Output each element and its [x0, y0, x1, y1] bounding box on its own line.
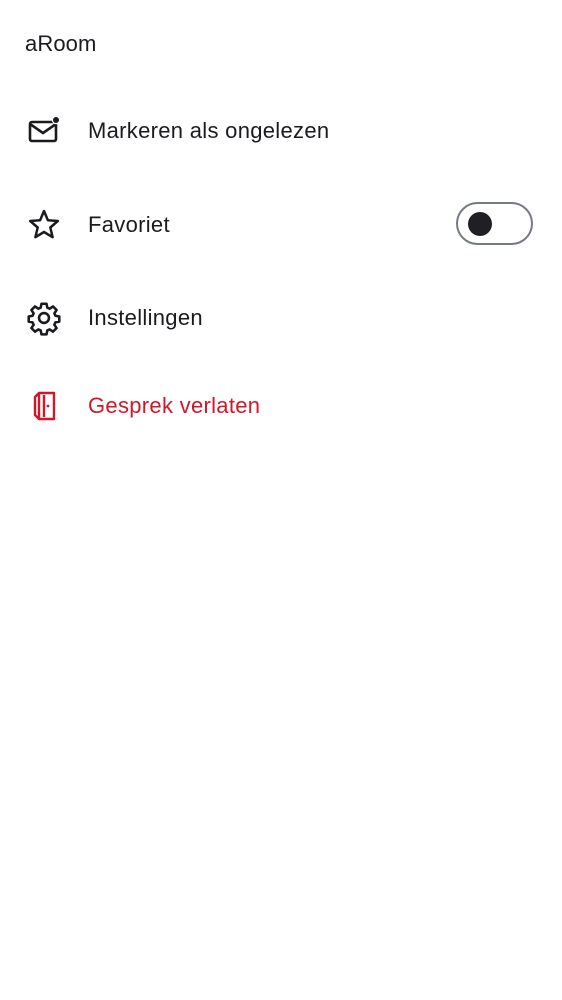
mark-unread-item[interactable]: Markeren als ongelezen — [0, 101, 562, 161]
favourite-toggle[interactable] — [456, 202, 533, 245]
toggle-knob — [468, 212, 492, 236]
star-outline-icon — [26, 207, 62, 243]
room-name-title: aRoom — [25, 31, 97, 56]
leave-conversation-item[interactable]: Gesprek verlaten — [0, 376, 562, 436]
favourite-item[interactable]: Favoriet — [0, 195, 562, 255]
favourite-label: Favoriet — [88, 212, 170, 237]
leave-conversation-label: Gesprek verlaten — [88, 393, 261, 418]
mark-unread-label: Markeren als ongelezen — [88, 118, 330, 143]
settings-item[interactable]: Instellingen — [0, 288, 562, 348]
room-options-sheet: aRoom Markeren als ongelezen Favoriet In… — [0, 0, 562, 1000]
gear-icon — [26, 300, 62, 336]
door-leave-icon — [26, 388, 62, 424]
mail-unread-icon — [26, 113, 62, 149]
settings-label: Instellingen — [88, 305, 203, 330]
